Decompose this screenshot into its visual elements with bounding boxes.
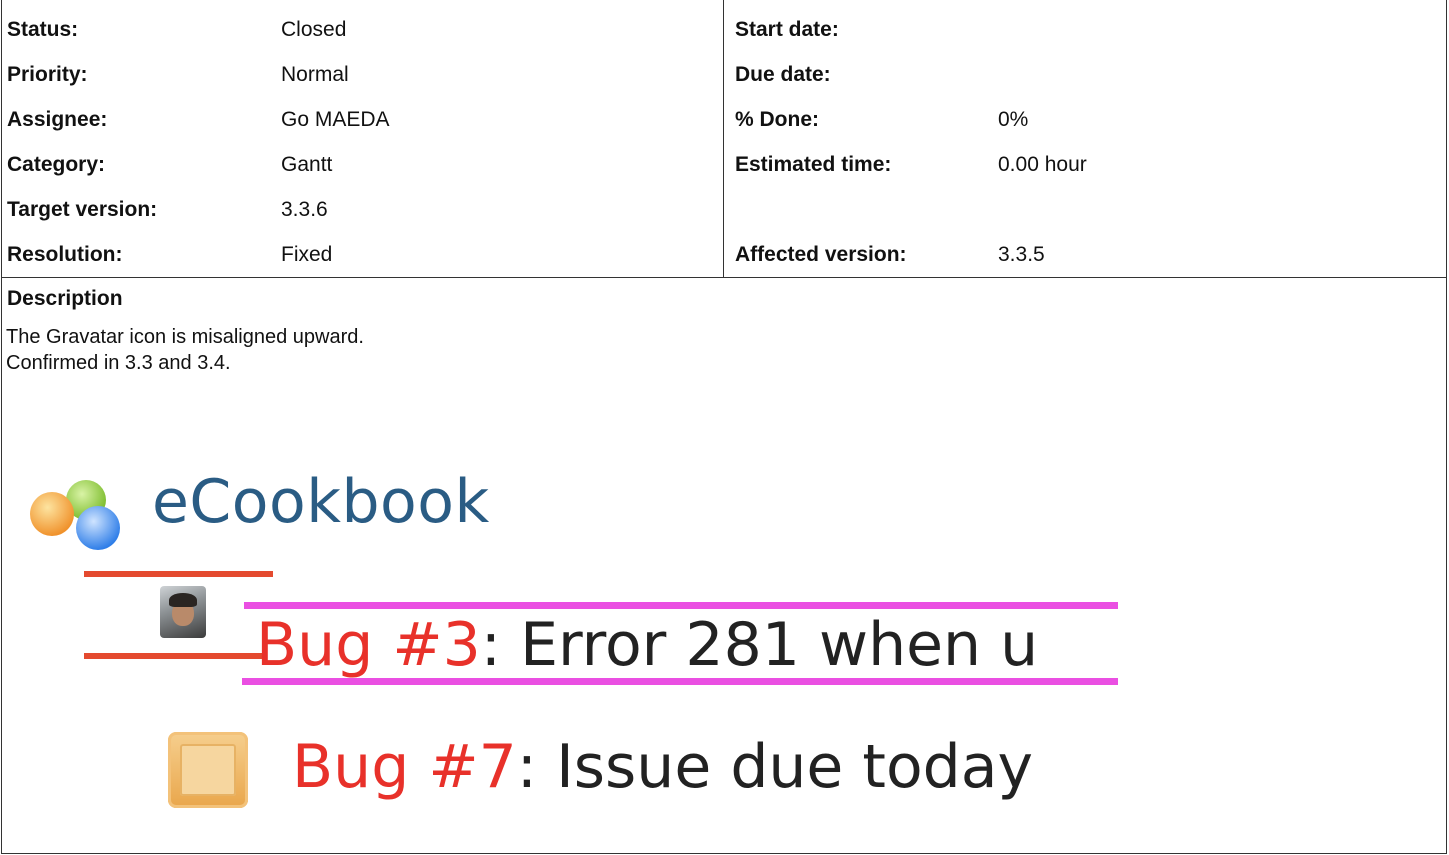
attr-affected-version: Affected version: 3.3.5 xyxy=(724,232,1444,277)
attached-screenshot: eCookbook Bug #3: Error 281 when u Bug #… xyxy=(2,440,1122,840)
gravatar-avatar-icon xyxy=(160,586,206,638)
attr-value: Fixed xyxy=(281,243,333,266)
issue-link-bug-7: Bug #7 xyxy=(292,732,517,802)
attr-label: Status: xyxy=(7,18,79,41)
attr-value: Closed xyxy=(281,18,347,41)
assignee-link[interactable]: Go MAEDA xyxy=(281,97,390,142)
attr-label: Resolution: xyxy=(7,243,123,266)
attr-label: Estimated time: xyxy=(735,153,892,176)
attr-target-version: Target version: 3.3.6 xyxy=(2,187,722,232)
attr-done-ratio: % Done: 0% xyxy=(724,97,1444,142)
attr-value: 3.3.5 xyxy=(998,243,1045,266)
issue-details: Status: Closed Priority: Normal Assignee… xyxy=(1,0,1447,854)
attr-resolution: Resolution: Fixed xyxy=(2,232,722,277)
calendar-icon xyxy=(168,732,248,808)
text-box-marker-top xyxy=(244,602,1118,609)
description-line: The Gravatar icon is misaligned upward. xyxy=(6,326,364,348)
issue-link-bug-3: Bug #3 xyxy=(256,610,481,680)
issue-line-bug-7: Bug #7: Issue due today xyxy=(292,732,1033,802)
attr-label: Start date: xyxy=(735,18,839,41)
attr-value: 0.00 hour xyxy=(998,153,1087,176)
issue-subject: : Error 281 when u xyxy=(480,610,1039,680)
description-line: Confirmed in 3.3 and 3.4. xyxy=(6,352,231,374)
attr-assignee: Assignee: Go MAEDA xyxy=(2,97,722,142)
attr-label: Category: xyxy=(7,153,106,176)
attr-value: Normal xyxy=(281,63,349,86)
attr-value: Gantt xyxy=(281,153,333,176)
project-logo-icon xyxy=(30,480,120,550)
attr-label: Due date: xyxy=(735,63,831,86)
attr-label: Assignee: xyxy=(7,108,108,131)
attr-label: Affected version: xyxy=(735,243,907,266)
target-version-link[interactable]: 3.3.6 xyxy=(281,187,328,232)
attr-estimated-time: Estimated time: 0.00 hour xyxy=(724,142,1444,187)
attr-priority: Priority: Normal xyxy=(2,52,722,97)
attr-status: Status: Closed xyxy=(2,7,722,52)
attr-label: Priority: xyxy=(7,63,88,86)
misalign-marker-top xyxy=(84,571,273,577)
attr-start-date: Start date: xyxy=(724,7,1444,52)
attr-category: Category: Gantt xyxy=(2,142,722,187)
project-name: eCookbook xyxy=(152,467,490,537)
attr-value: 0% xyxy=(998,108,1029,131)
attr-label: Target version: xyxy=(7,198,158,221)
attr-label: % Done: xyxy=(735,108,819,131)
description-heading: Description xyxy=(7,287,123,310)
issue-subject: : Issue due today xyxy=(516,732,1034,802)
issue-line-bug-3: Bug #3: Error 281 when u xyxy=(256,610,1116,680)
attr-due-date: Due date: xyxy=(724,52,1444,97)
description-text: The Gravatar icon is misaligned upward. … xyxy=(6,324,364,376)
misalign-marker-bottom xyxy=(84,653,264,659)
issue-attributes: Status: Closed Priority: Normal Assignee… xyxy=(2,0,1446,278)
